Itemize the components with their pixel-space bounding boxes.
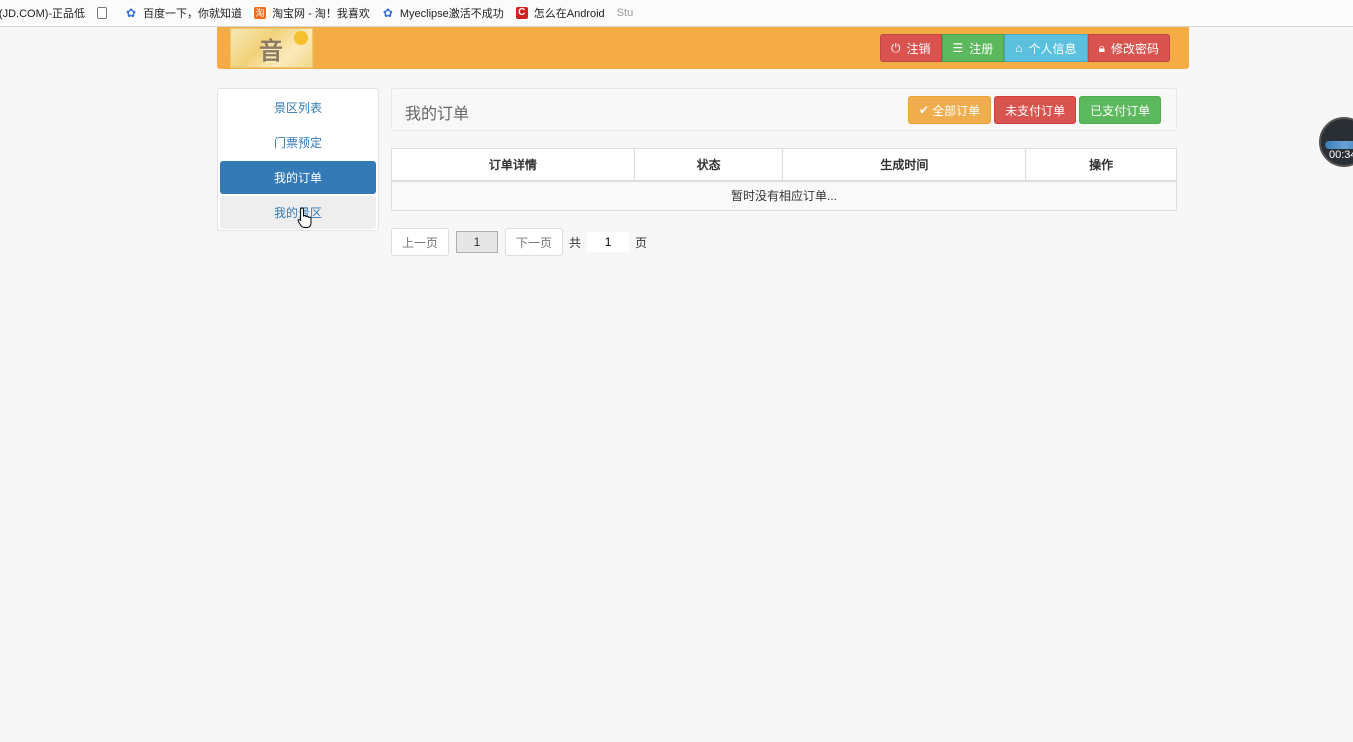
unpaid-orders-label: 未支付订单: [1005, 103, 1066, 118]
hand-cursor-icon: [297, 207, 312, 228]
sidebar-item-my-orders[interactable]: 我的订单: [220, 161, 376, 194]
orders-table: 订单详情 状态 生成时间 操作 暂时没有相应订单...: [391, 148, 1177, 211]
change-password-button[interactable]: 🔒︎ 修改密码: [1087, 34, 1170, 62]
bookmark-jd[interactable]: ε(JD.COM)-正品低: [0, 5, 85, 21]
next-page-button[interactable]: 下一页: [505, 228, 564, 256]
bookmark-label: 怎么在Android: [533, 8, 605, 20]
register-label: 注册: [969, 41, 994, 56]
total-prefix: 共: [569, 235, 582, 250]
prev-page-button[interactable]: 上一页: [391, 228, 450, 256]
orders-panel-header: 我的订单 ✔ 全部订单 未支付订单 已支付订单: [391, 88, 1177, 131]
site-logo[interactable]: 音: [230, 28, 313, 68]
column-header-status: 状态: [633, 148, 784, 182]
total-pages-field[interactable]: [587, 232, 630, 252]
current-page[interactable]: 1: [456, 231, 499, 253]
pagination: 上一页 1 下一页 共 页: [391, 228, 647, 256]
bookmarks-bar: ε(JD.COM)-正品低 ✿ 百度一下，你就知道 淘 淘宝网 - 淘！我喜欢 …: [0, 0, 1353, 27]
page-title: 我的订单: [405, 106, 470, 123]
empty-message: 暂时没有相应订单...: [391, 180, 1177, 211]
paid-orders-button[interactable]: 已支付订单: [1079, 96, 1162, 124]
profile-button[interactable]: ⌂ 个人信息: [1004, 34, 1088, 62]
sidebar-item-ticket-booking[interactable]: 门票预定: [220, 126, 376, 159]
register-button[interactable]: ☰ 注册: [941, 34, 1005, 62]
c-icon: C: [515, 7, 528, 19]
bookmark-android[interactable]: C 怎么在Android: [515, 5, 605, 21]
taobao-icon: 淘: [254, 7, 267, 19]
paw-icon: ✿: [381, 6, 394, 20]
bookmark-stu[interactable]: Stu: [617, 7, 634, 19]
all-orders-button[interactable]: ✔ 全部订单: [908, 96, 992, 124]
bookmark-label: ε(JD.COM)-正品低: [0, 8, 86, 20]
paw-icon: ✿: [125, 6, 138, 20]
bookmark-page[interactable]: [97, 7, 113, 19]
lock-icon: 🔒︎: [1098, 41, 1105, 55]
bookmark-label: 淘宝网 - 淘！我喜欢: [272, 8, 370, 20]
bookmark-label: Stu: [616, 7, 634, 19]
column-header-created-time: 生成时间: [782, 148, 1027, 182]
list-icon: ☰: [952, 41, 964, 55]
sun-icon: [294, 31, 308, 45]
sidebar-item-label: 我的订单: [273, 171, 322, 185]
column-header-actions: 操作: [1025, 148, 1177, 182]
unpaid-orders-button[interactable]: 未支付订单: [994, 96, 1077, 124]
power-icon: ⏻: [891, 41, 901, 55]
floating-timer-widget[interactable]: 00:34: [1319, 117, 1353, 167]
home-icon: ⌂: [1015, 41, 1023, 55]
table-row: 暂时没有相应订单...: [391, 180, 1177, 211]
sidebar-item-label: 门票预定: [273, 136, 322, 150]
sidebar-item-scenic-list[interactable]: 景区列表: [220, 91, 376, 124]
check-icon: ✔: [919, 103, 930, 117]
column-header-order-details: 订单详情: [391, 148, 635, 182]
sidebar-item-label: 景区列表: [273, 101, 322, 115]
bookmark-label: Myeclipse激活不成功: [399, 8, 504, 20]
logout-button[interactable]: ⏻ 注销: [880, 34, 942, 62]
bookmark-taobao[interactable]: 淘 淘宝网 - 淘！我喜欢: [254, 5, 370, 21]
page-icon: [97, 7, 108, 19]
paid-orders-label: 已支付订单: [1090, 103, 1151, 118]
timer-text: 00:34: [1329, 149, 1353, 161]
logo-text: 音: [259, 35, 284, 65]
table-header-row: 订单详情 状态 生成时间 操作: [391, 148, 1177, 182]
profile-label: 个人信息: [1028, 41, 1077, 56]
all-orders-label: 全部订单: [932, 103, 981, 118]
wave-icon: [1325, 141, 1353, 149]
bookmark-label: 百度一下，你就知道: [143, 8, 243, 20]
site-header: 音 ⏻ 注销 ☰ 注册 ⌂ 个人信息 🔒︎ 修改密码: [217, 27, 1189, 69]
order-filter-group: ✔ 全部订单 未支付订单 已支付订单: [908, 96, 1164, 124]
total-suffix: 页: [635, 235, 648, 250]
header-button-group: ⏻ 注销 ☰ 注册 ⌂ 个人信息 🔒︎ 修改密码: [880, 34, 1170, 62]
change-password-label: 修改密码: [1110, 41, 1159, 56]
bookmark-baidu[interactable]: ✿ 百度一下，你就知道: [125, 5, 242, 21]
bookmark-myeclipse[interactable]: ✿ Myeclipse激活不成功: [381, 5, 504, 21]
logout-label: 注销: [906, 41, 931, 56]
